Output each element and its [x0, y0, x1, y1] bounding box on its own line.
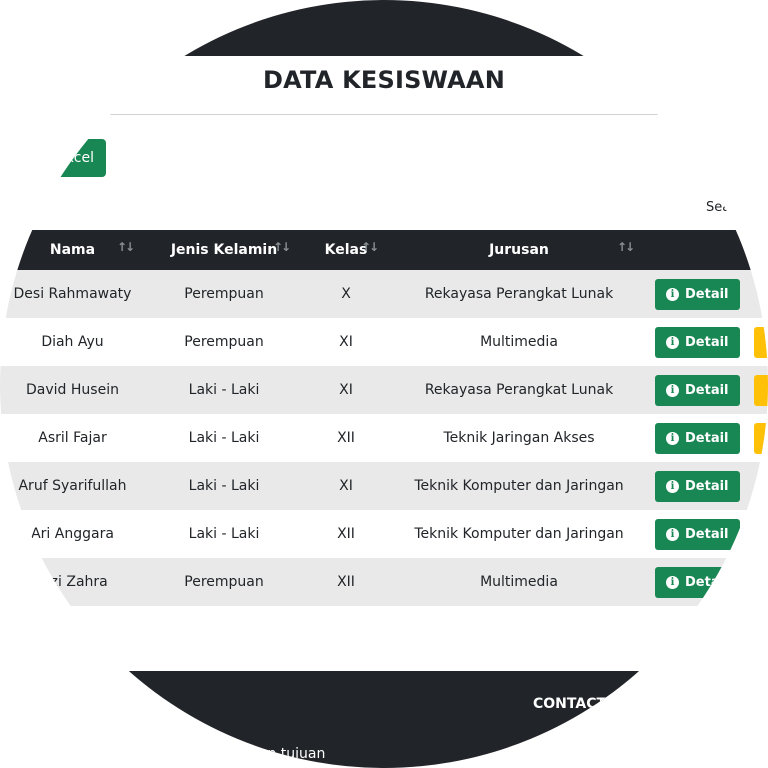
- cell-nama: Asril Fajar: [0, 414, 145, 462]
- detail-button-label: Detail: [685, 574, 729, 590]
- column-header-jurusan[interactable]: Jurusan ↑↓: [389, 230, 649, 270]
- cell-nama: Ari Anggara: [0, 510, 145, 558]
- cell-actions: i Detail: [649, 366, 768, 414]
- detail-button-label: Detail: [685, 478, 729, 494]
- info-icon: i: [666, 479, 679, 493]
- cell-jurusan: Rekayasa Perangkat Lunak: [389, 270, 649, 318]
- cell-kelas: X: [303, 270, 389, 318]
- table-row: Aizi Zahra Perempuan XII Multimedia i Detail: [0, 558, 768, 606]
- table-row: David Husein Laki - Laki XI Rekayasa Perang…: [0, 366, 768, 414]
- cell-actions: i Detail: [649, 270, 768, 318]
- table-row: Aruf Syarifullah Laki - Laki XI Teknik Komp…: [0, 462, 768, 510]
- cell-actions: i Detail: [649, 462, 768, 510]
- edit-button[interactable]: [753, 422, 768, 454]
- cell-nama: Diah Ayu: [0, 318, 145, 366]
- detail-button[interactable]: i Detail: [655, 470, 740, 502]
- cell-nama: David Husein: [0, 366, 145, 414]
- cell-jurusan: Multimedia: [389, 558, 649, 606]
- navbar: [0, 0, 768, 56]
- title-divider: [110, 114, 658, 115]
- cell-jenis-kelamin: Laki - Laki: [145, 510, 303, 558]
- cell-actions: i Detail: [649, 558, 768, 606]
- detail-button-label: Detail: [685, 334, 729, 350]
- cell-jenis-kelamin: Laki - Laki: [145, 462, 303, 510]
- column-header-actions: [649, 230, 768, 270]
- detail-button[interactable]: i Detail: [655, 566, 740, 598]
- sort-icon: ↑↓: [617, 240, 635, 254]
- table-row: Diah Ayu Perempuan XI Multimedia i Detail: [0, 318, 768, 366]
- column-header-kelas[interactable]: Kelas ↑↓: [303, 230, 389, 270]
- table-row: Desi Rahmawaty Perempuan X Rekayasa Perangk…: [0, 270, 768, 318]
- cell-actions: i Detail: [649, 510, 768, 558]
- cell-jurusan: Teknik Komputer dan Jaringan: [389, 510, 649, 558]
- info-icon: i: [666, 287, 679, 301]
- cell-kelas: XI: [303, 462, 389, 510]
- search-label: Search:: [706, 200, 756, 215]
- column-header-jenis-kelamin[interactable]: Jenis Kelamin ↑↓: [145, 230, 303, 270]
- edit-button[interactable]: [753, 326, 768, 358]
- info-icon: i: [666, 383, 679, 397]
- cell-jurusan: Rekayasa Perangkat Lunak: [389, 366, 649, 414]
- cell-jenis-kelamin: Perempuan: [145, 318, 303, 366]
- detail-button-label: Detail: [685, 286, 729, 302]
- detail-button[interactable]: i Detail: [655, 518, 740, 550]
- sort-icon: ↑↓: [117, 240, 135, 254]
- column-header-label: Nama: [49, 242, 96, 258]
- cell-kelas: XII: [303, 558, 389, 606]
- cell-nama: Aruf Syarifullah: [0, 462, 145, 510]
- footer: [0, 671, 768, 768]
- detail-button-label: Detail: [685, 382, 729, 398]
- cell-jurusan: Teknik Jaringan Akses: [389, 414, 649, 462]
- cell-actions: i Detail: [649, 318, 768, 366]
- detail-button[interactable]: i Detail: [655, 374, 740, 406]
- footer-contact-heading: CONTACT: [533, 696, 607, 712]
- info-icon: i: [666, 335, 679, 349]
- sort-icon: ↑↓: [273, 240, 291, 254]
- page-title: DATA KESISWAAN: [263, 66, 505, 94]
- screenshot-stage: DATA KESISWAAN Excel Search: Nama ↑↓ Jen…: [0, 0, 768, 768]
- cell-kelas: XI: [303, 318, 389, 366]
- table-row: Asril Fajar Laki - Laki XII Teknik Jaringan…: [0, 414, 768, 462]
- cell-jenis-kelamin: Perempuan: [145, 270, 303, 318]
- info-icon: i: [666, 527, 679, 541]
- cell-jenis-kelamin: Perempuan: [145, 558, 303, 606]
- detail-button-label: Detail: [685, 526, 729, 542]
- detail-button-label: Detail: [685, 430, 729, 446]
- cell-jurusan: Multimedia: [389, 318, 649, 366]
- info-icon: i: [666, 575, 679, 589]
- footer-text: dan tujuan: [250, 746, 326, 762]
- cell-nama: Aizi Zahra: [0, 558, 145, 606]
- column-header-label: Jenis Kelamin: [170, 242, 278, 258]
- column-header-nama[interactable]: Nama ↑↓: [0, 230, 145, 270]
- cell-actions: i Detail: [649, 414, 768, 462]
- column-header-label: Jurusan: [489, 242, 549, 258]
- students-table: Nama ↑↓ Jenis Kelamin ↑↓ Kelas ↑↓ Jurusa…: [0, 230, 768, 606]
- cell-kelas: XII: [303, 414, 389, 462]
- detail-button[interactable]: i Detail: [655, 422, 740, 454]
- table-row: Ari Anggara Laki - Laki XII Teknik Komputer…: [0, 510, 768, 558]
- detail-button[interactable]: i Detail: [655, 278, 740, 310]
- cell-jenis-kelamin: Laki - Laki: [145, 366, 303, 414]
- table-header-row: Nama ↑↓ Jenis Kelamin ↑↓ Kelas ↑↓ Jurusa…: [0, 230, 768, 270]
- cell-nama: Desi Rahmawaty: [0, 270, 145, 318]
- cell-jurusan: Teknik Komputer dan Jaringan: [389, 462, 649, 510]
- cell-kelas: XI: [303, 366, 389, 414]
- info-icon: i: [666, 431, 679, 445]
- page: DATA KESISWAAN Excel Search: Nama ↑↓ Jen…: [0, 0, 768, 768]
- cell-kelas: XII: [303, 510, 389, 558]
- edit-button[interactable]: [753, 374, 768, 406]
- sort-icon: ↑↓: [361, 240, 379, 254]
- export-excel-button[interactable]: Excel: [20, 139, 106, 177]
- detail-button[interactable]: i Detail: [655, 326, 740, 358]
- cell-jenis-kelamin: Laki - Laki: [145, 414, 303, 462]
